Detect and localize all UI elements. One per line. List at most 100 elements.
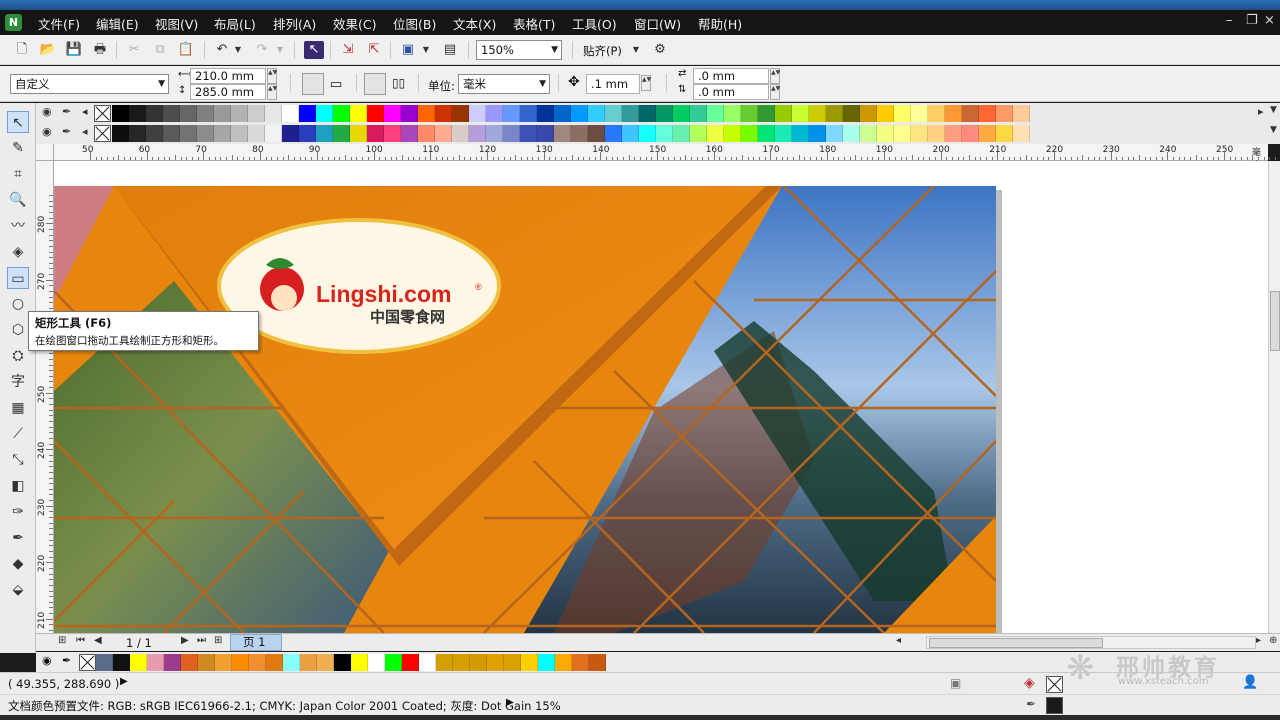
- color-swatch[interactable]: [112, 125, 129, 142]
- color-swatch[interactable]: [673, 105, 690, 122]
- color-swatch[interactable]: [809, 105, 826, 122]
- copy-icon[interactable]: ⧉: [150, 41, 170, 59]
- color-swatch[interactable]: [521, 654, 538, 671]
- color-swatch[interactable]: [724, 125, 741, 142]
- redo-icon[interactable]: ↷: [252, 41, 272, 59]
- menu-layout[interactable]: 布局(L): [214, 14, 256, 33]
- nudge-distance-field[interactable]: .1 mm: [586, 74, 640, 94]
- snap-to-button[interactable]: 贴齐(P): [583, 43, 622, 59]
- color-swatch[interactable]: [605, 125, 622, 142]
- color-swatch[interactable]: [486, 105, 503, 122]
- color-swatch[interactable]: [249, 654, 266, 671]
- coreldraw-logo-icon[interactable]: N: [5, 14, 22, 31]
- color-swatch[interactable]: [588, 125, 605, 142]
- color-swatch[interactable]: [232, 654, 249, 671]
- table-tool-icon[interactable]: ▦: [7, 397, 29, 419]
- color-swatch[interactable]: [385, 654, 402, 671]
- scroll-right-icon[interactable]: ▸: [1258, 105, 1264, 118]
- color-swatch[interactable]: [486, 125, 503, 142]
- search-content-icon[interactable]: ↖: [304, 41, 324, 59]
- color-swatch[interactable]: [418, 125, 435, 142]
- redo-dropdown-icon[interactable]: ▼: [274, 41, 286, 59]
- color-swatch[interactable]: [571, 105, 588, 122]
- navigator-zoom-icon[interactable]: ⊕: [1269, 635, 1277, 646]
- no-color-swatch[interactable]: [94, 125, 111, 142]
- all-pages-button[interactable]: [364, 73, 386, 95]
- freehand-tool-icon[interactable]: 〰: [7, 215, 29, 237]
- no-color-swatch[interactable]: [94, 105, 111, 122]
- color-swatch[interactable]: [741, 125, 758, 142]
- color-swatch[interactable]: [605, 105, 622, 122]
- color-swatch[interactable]: [520, 105, 537, 122]
- color-swatch[interactable]: [317, 654, 334, 671]
- drawing-canvas[interactable]: Lingshi.com ® 中国零食网: [54, 161, 1268, 633]
- color-swatch[interactable]: [555, 654, 572, 671]
- color-swatch[interactable]: [775, 105, 792, 122]
- color-swatch[interactable]: [419, 654, 436, 671]
- menu-text[interactable]: 文本(X): [453, 14, 496, 33]
- color-swatch[interactable]: [962, 125, 979, 142]
- color-swatch[interactable]: [350, 125, 367, 142]
- zoom-level-combo[interactable]: 150% ▼: [476, 40, 562, 60]
- color-swatch[interactable]: [690, 125, 707, 142]
- add-page-after-icon[interactable]: ⊞: [214, 635, 222, 646]
- page-height-field[interactable]: 285.0 mm: [190, 84, 266, 100]
- color-swatch[interactable]: [163, 105, 180, 122]
- color-swatch[interactable]: [504, 654, 521, 671]
- menu-bitmaps[interactable]: 位图(B): [393, 14, 436, 33]
- color-swatch[interactable]: [350, 105, 367, 122]
- color-swatch[interactable]: [146, 105, 163, 122]
- color-swatch[interactable]: [537, 105, 554, 122]
- add-page-before-icon[interactable]: ⊞: [58, 635, 66, 646]
- color-swatch[interactable]: [163, 125, 180, 142]
- vertical-scrollbar[interactable]: [1268, 161, 1280, 633]
- next-page-icon[interactable]: ▶: [181, 635, 189, 646]
- menu-effects[interactable]: 效果(C): [333, 14, 376, 33]
- scroll-right-icon[interactable]: ▸: [1256, 635, 1261, 646]
- fill-none-swatch[interactable]: [1046, 676, 1063, 693]
- color-swatch[interactable]: [96, 654, 113, 671]
- color-swatch[interactable]: [181, 654, 198, 671]
- menu-tools[interactable]: 工具(O): [572, 14, 617, 33]
- color-swatch[interactable]: [690, 105, 707, 122]
- color-swatch[interactable]: [928, 105, 945, 122]
- fill-tool-icon[interactable]: ◆: [7, 553, 29, 575]
- color-swatch[interactable]: [197, 125, 214, 142]
- color-swatch[interactable]: [962, 105, 979, 122]
- color-swatch[interactable]: [401, 105, 418, 122]
- color-swatch[interactable]: [538, 654, 555, 671]
- application-launcher-icon[interactable]: ▣: [398, 41, 418, 59]
- new-document-icon[interactable]: 🗋: [12, 41, 32, 59]
- color-swatch[interactable]: [775, 125, 792, 142]
- color-swatch[interactable]: [487, 654, 504, 671]
- blend-tool-icon[interactable]: ◧: [7, 475, 29, 497]
- palette-menu-icon[interactable]: ◉: [42, 105, 52, 118]
- color-swatch[interactable]: [554, 105, 571, 122]
- color-swatch[interactable]: [384, 105, 401, 122]
- palette-expand-icon[interactable]: ▼: [1270, 105, 1277, 115]
- color-swatch[interactable]: [334, 654, 351, 671]
- undo-dropdown-icon[interactable]: ▼: [232, 41, 244, 59]
- welcome-screen-icon[interactable]: ▤: [440, 41, 460, 59]
- color-swatch[interactable]: [180, 125, 197, 142]
- scroll-left-icon[interactable]: ◂: [82, 125, 88, 138]
- vertical-ruler[interactable]: 280270260250240230220210: [36, 161, 54, 633]
- connector-tool-icon[interactable]: ⤡: [7, 449, 29, 471]
- color-swatch[interactable]: [894, 105, 911, 122]
- color-swatch[interactable]: [368, 654, 385, 671]
- color-swatch[interactable]: [1013, 125, 1030, 142]
- color-swatch[interactable]: [470, 654, 487, 671]
- color-swatch[interactable]: [231, 105, 248, 122]
- dimension-tool-icon[interactable]: ⟋: [7, 423, 29, 445]
- color-swatch[interactable]: [215, 654, 232, 671]
- color-swatch[interactable]: [231, 125, 248, 142]
- color-swatch[interactable]: [299, 105, 316, 122]
- paste-icon[interactable]: 📋: [176, 41, 196, 59]
- print-icon[interactable]: 🖶: [90, 41, 110, 59]
- fill-color-icon[interactable]: ◈: [1024, 675, 1035, 691]
- page-width-spinner[interactable]: ▲▼: [267, 68, 277, 84]
- color-swatch[interactable]: [758, 105, 775, 122]
- launcher-dropdown-icon[interactable]: ▼: [420, 41, 432, 59]
- color-swatch[interactable]: [130, 654, 147, 671]
- color-swatch[interactable]: [758, 125, 775, 142]
